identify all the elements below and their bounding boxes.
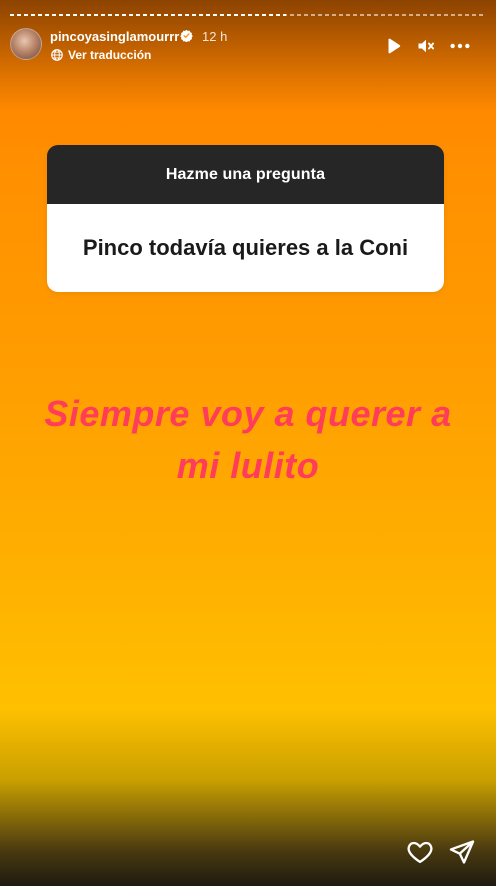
answer-text: Siempre voy a querer a mi lulito: [0, 388, 496, 492]
play-button[interactable]: [381, 34, 405, 58]
question-sticker-header: Hazme una pregunta: [47, 145, 444, 204]
verified-badge-icon: [180, 29, 193, 42]
answer-line: mi lulito: [176, 445, 320, 486]
avatar[interactable]: [10, 28, 42, 60]
play-icon: [388, 38, 401, 54]
story-header: pincoyasinglamourrr 12 h Ver traducción: [10, 28, 486, 64]
username[interactable]: pincoyasinglamourrr: [50, 29, 179, 44]
answer-line: Siempre voy a querer a: [44, 393, 452, 434]
story-progress-bar: [10, 14, 486, 16]
send-icon[interactable]: [448, 838, 476, 866]
mute-icon: [418, 39, 434, 53]
question-sticker[interactable]: Hazme una pregunta Pinco todavía quieres…: [47, 145, 444, 292]
heart-icon[interactable]: [406, 838, 434, 866]
question-text: Pinco todavía quieres a la Coni: [82, 235, 409, 260]
question-sticker-title: Hazme una pregunta: [165, 165, 326, 183]
mute-button[interactable]: [414, 34, 438, 58]
story-viewer[interactable]: pincoyasinglamourrr 12 h Ver traducción: [0, 0, 496, 886]
more-icon: [450, 43, 470, 49]
globe-icon: [51, 49, 63, 61]
question-sticker-body: Pinco todavía quieres a la Coni: [47, 204, 444, 292]
more-options-button[interactable]: [448, 34, 472, 58]
story-progress-fill: [10, 14, 287, 16]
see-translation-label: Ver traducción: [68, 48, 152, 62]
post-time: 12 h: [202, 29, 228, 44]
